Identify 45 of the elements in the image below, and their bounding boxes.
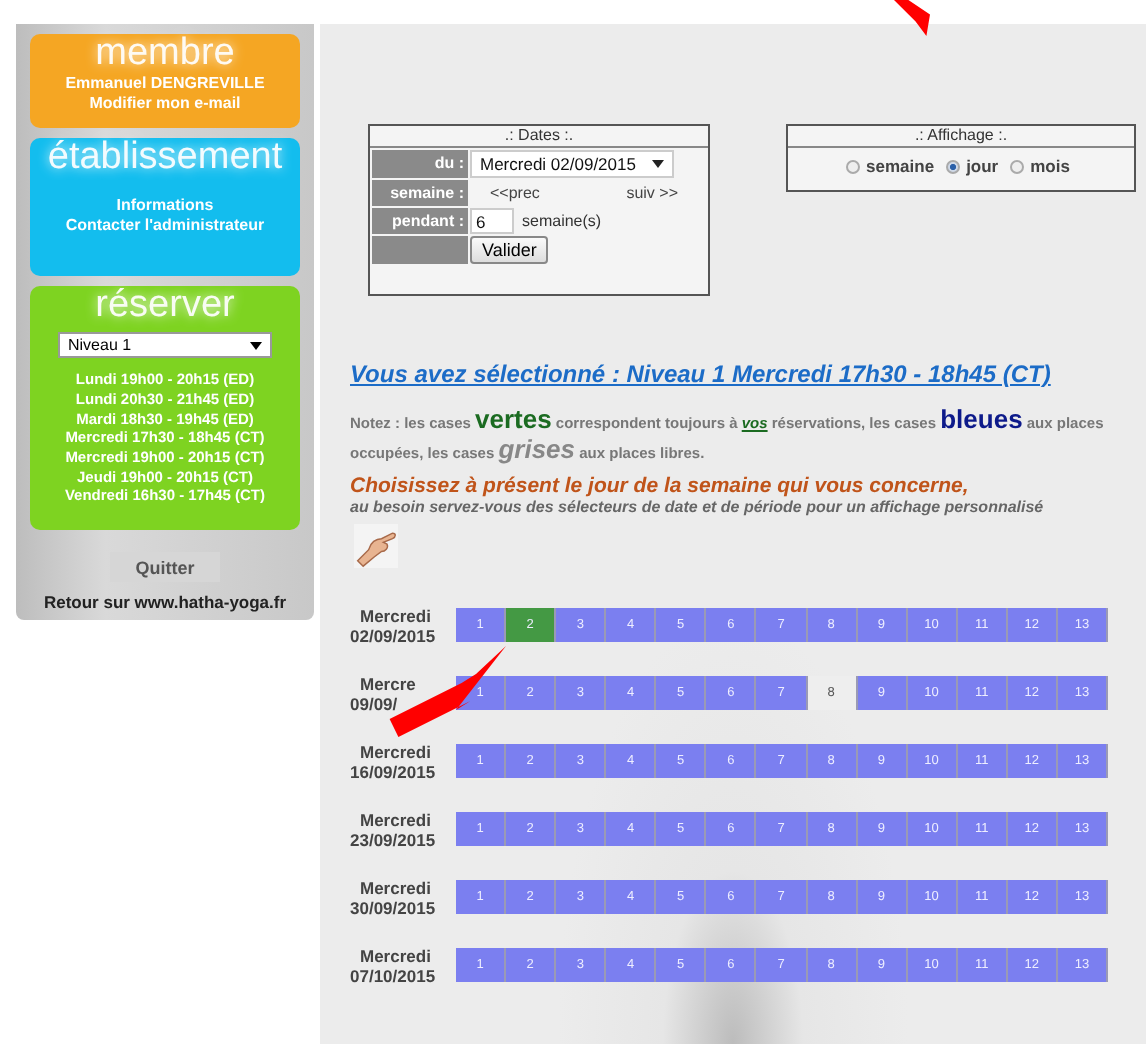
instruction-text: Choisissez à présent le jour de la semaine qui vous concerne, [350, 474, 971, 498]
next-link[interactable]: suiv >> [626, 184, 678, 202]
date-label: 16/09/2015 [350, 761, 436, 781]
radio-button[interactable] [1010, 159, 1025, 173]
date-label: 07/10/2015 [350, 965, 436, 985]
radio-button[interactable] [946, 159, 961, 173]
radio-label: mois [1030, 156, 1070, 176]
menu-link[interactable]: Informations [116, 196, 214, 217]
back-link[interactable]: Retour sur www.hatha-yoga.fr [43, 592, 287, 612]
day-label: Mercredi [358, 605, 431, 625]
card-title: réserver [95, 286, 235, 327]
day-label: Mercredi [358, 877, 431, 897]
unit-label: semaine(s) [522, 212, 602, 230]
box-title: .: Dates :. [370, 126, 708, 148]
level-select[interactable]: Niveau 1 [58, 332, 272, 359]
card-title: membre [95, 34, 235, 74]
pointing-hand-icon [354, 524, 398, 568]
card-title: établissement [47, 138, 283, 179]
caret-icon [250, 341, 262, 350]
field-label: du : [372, 150, 468, 178]
date-label: 09/09/ [350, 693, 398, 713]
prev-link[interactable]: <<prec [490, 184, 540, 202]
caret-icon [651, 160, 664, 168]
radio-label: jour [966, 156, 999, 176]
menu-link[interactable]: Modifier mon e-mail [89, 94, 241, 114]
selection-link[interactable]: Vous avez sélectionné : Niveau 1 Mercredi 17h30 - 18h45 (CT) [350, 360, 1146, 388]
day-label: Mercredi [358, 945, 431, 965]
box-title: .: Affichage :. [788, 126, 1134, 148]
field-label: pendant : [372, 208, 468, 234]
date-select[interactable]: Mercredi 02/09/2015 [470, 150, 674, 178]
field-label: semaine : [372, 180, 468, 206]
day-label: Mercre [358, 673, 416, 693]
date-label: 30/09/2015 [350, 897, 436, 917]
instruction-hint: au besoin servez-vous des sélecteurs de date et de période pour un affichage personnalisé [350, 498, 1046, 516]
menu-link[interactable]: Contacter l'administrateur [65, 216, 265, 237]
date-label: 23/09/2015 [350, 829, 436, 849]
weeks-field[interactable]: 6 [470, 208, 514, 234]
date-label: 02/09/2015 [350, 625, 436, 645]
arrow-icon [892, 0, 932, 36]
radio-label: semaine [866, 156, 935, 176]
day-label: Mercredi [358, 741, 431, 761]
validate-button[interactable]: Valider [470, 236, 549, 264]
menu-link[interactable]: Emmanuel DENGREVILLE [65, 74, 265, 94]
radio-button[interactable] [846, 159, 861, 173]
day-label: Mercredi [358, 809, 431, 829]
